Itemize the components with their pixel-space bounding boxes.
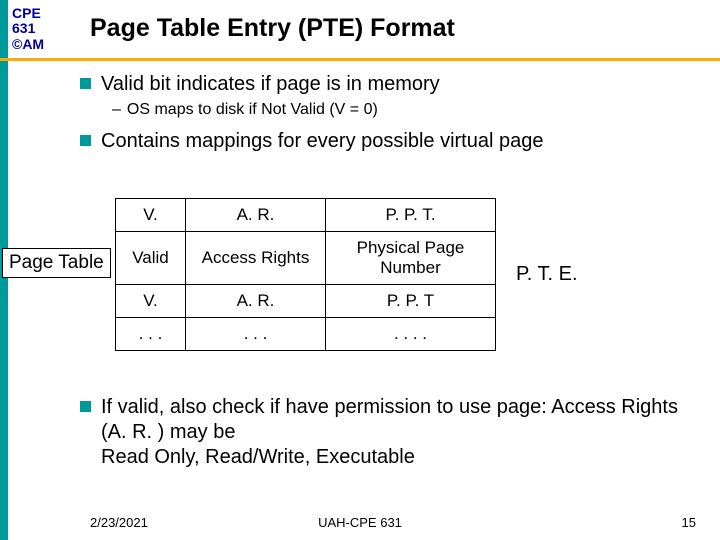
sub-bullet-text: OS maps to disk if Not Valid (V = 0) bbox=[127, 101, 378, 118]
table-cell: A. R. bbox=[186, 285, 326, 318]
bullet-text: Contains mappings for every possible vir… bbox=[101, 129, 543, 154]
title-underline bbox=[0, 58, 720, 61]
bullet-item: Contains mappings for every possible vir… bbox=[80, 129, 700, 154]
table-row: Valid Access Rights Physical Page Number bbox=[116, 232, 496, 285]
table-cell: V. bbox=[116, 199, 186, 232]
page-table-box-label: Page Table bbox=[2, 248, 111, 278]
dash-icon: – bbox=[112, 101, 121, 118]
bullet-item: If valid, also check if have permission … bbox=[80, 395, 680, 474]
bullet-item: Valid bit indicates if page is in memory bbox=[80, 72, 700, 97]
badge-line: 631 bbox=[12, 21, 44, 36]
badge-line: ©AM bbox=[12, 37, 44, 52]
footer-page-number: 15 bbox=[682, 515, 696, 530]
table-cell: V. bbox=[116, 285, 186, 318]
pte-table-wrap: V. A. R. P. P. T. Valid Access Rights Ph… bbox=[115, 198, 578, 351]
table-row: . . . . . . . . . . bbox=[116, 318, 496, 351]
footer-center: UAH-CPE 631 bbox=[318, 515, 402, 530]
badge-line: CPE bbox=[12, 6, 44, 21]
table-row: V. A. R. P. P. T bbox=[116, 285, 496, 318]
pte-side-label: P. T. E. bbox=[516, 263, 578, 286]
table-cell: . . . bbox=[116, 318, 186, 351]
bullet-text: If valid, also check if have permission … bbox=[101, 395, 680, 470]
pte-table: V. A. R. P. P. T. Valid Access Rights Ph… bbox=[115, 198, 496, 351]
table-cell: Valid bbox=[116, 232, 186, 285]
table-cell: Physical Page Number bbox=[326, 232, 496, 285]
footer: 2/23/2021 UAH-CPE 631 15 bbox=[0, 515, 720, 530]
page-title: Page Table Entry (PTE) Format bbox=[90, 14, 455, 43]
square-bullet-icon bbox=[80, 78, 91, 89]
table-cell: P. P. T bbox=[326, 285, 496, 318]
content-area: Valid bit indicates if page is in memory… bbox=[80, 72, 700, 158]
table-cell: . . . . bbox=[326, 318, 496, 351]
square-bullet-icon bbox=[80, 135, 91, 146]
table-row: V. A. R. P. P. T. bbox=[116, 199, 496, 232]
bullet-text: Valid bit indicates if page is in memory bbox=[101, 72, 440, 97]
table-cell: Access Rights bbox=[186, 232, 326, 285]
table-cell: . . . bbox=[186, 318, 326, 351]
square-bullet-icon bbox=[80, 401, 91, 412]
course-badge: CPE 631 ©AM bbox=[12, 6, 44, 52]
footer-date: 2/23/2021 bbox=[90, 515, 148, 530]
table-cell: P. P. T. bbox=[326, 199, 496, 232]
table-cell: A. R. bbox=[186, 199, 326, 232]
sub-bullet-item: –OS maps to disk if Not Valid (V = 0) bbox=[112, 101, 700, 119]
